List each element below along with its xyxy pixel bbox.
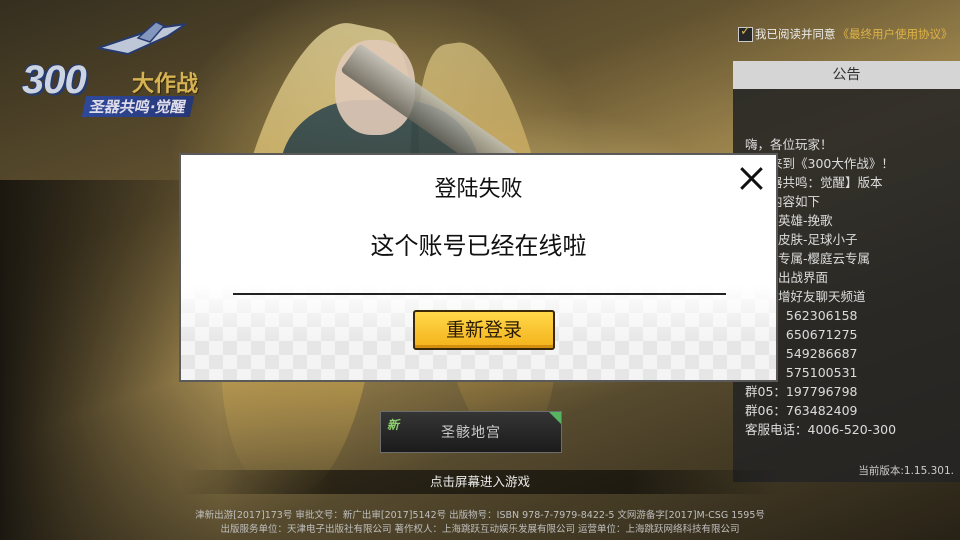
- login-failed-dialog: 登陆失败 这个账号已经在线啦 重新登录: [179, 153, 778, 382]
- dialog-message: 这个账号已经在线啦: [370, 232, 587, 260]
- dialog-divider: [233, 293, 726, 295]
- close-icon[interactable]: [736, 163, 766, 193]
- relogin-button[interactable]: 重新登录: [413, 310, 555, 350]
- dialog-title: 登陆失败: [434, 177, 523, 202]
